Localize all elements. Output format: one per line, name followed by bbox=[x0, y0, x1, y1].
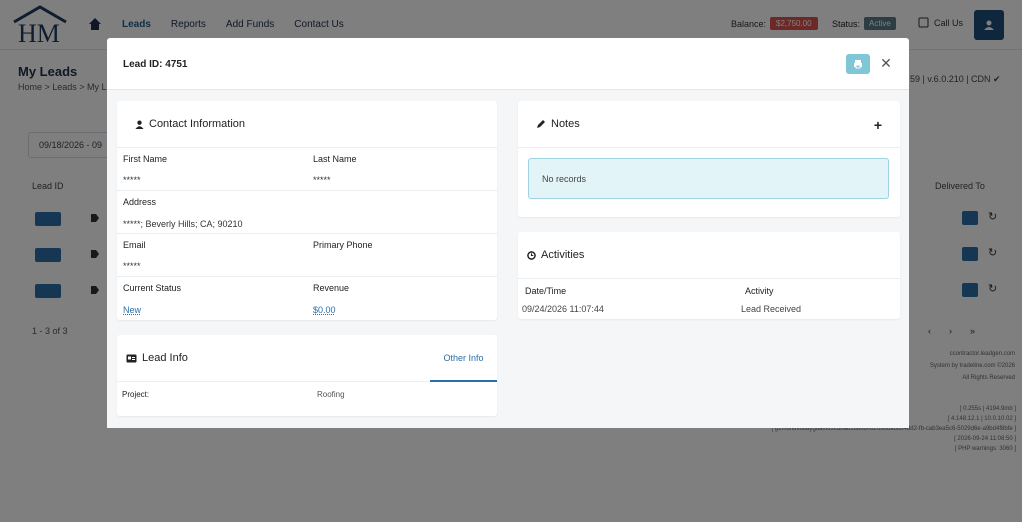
revenue-label: Revenue bbox=[313, 283, 350, 293]
first-name-value: ***** bbox=[123, 175, 141, 185]
lead-detail-modal: Lead ID: 4751 ✕ Contact Information Firs… bbox=[107, 38, 909, 428]
email-value: ***** bbox=[123, 261, 141, 271]
contact-info-title: Contact Information bbox=[149, 118, 245, 130]
modal-body: Contact Information First Name ***** Las… bbox=[107, 90, 909, 428]
activities-card: Activities Date/Time Activity 09/24/2026… bbox=[518, 232, 900, 319]
activity-name: Lead Received bbox=[741, 304, 802, 314]
primary-phone-label: Primary Phone bbox=[313, 240, 373, 250]
divider bbox=[117, 190, 497, 191]
last-name-value: ***** bbox=[313, 175, 331, 185]
project-label: Project: bbox=[122, 390, 150, 399]
current-status-link[interactable]: New bbox=[123, 305, 141, 315]
last-name-label: Last Name bbox=[313, 154, 357, 164]
activity-datetime: 09/24/2026 11:07:44 bbox=[522, 304, 604, 314]
close-icon: ✕ bbox=[880, 55, 892, 71]
id-card-icon bbox=[126, 354, 137, 363]
modal-header: Lead ID: 4751 ✕ bbox=[107, 38, 909, 90]
notes-empty-alert: No records bbox=[528, 158, 889, 199]
contact-info-card: Contact Information First Name ***** Las… bbox=[117, 101, 497, 320]
clock-icon bbox=[527, 250, 536, 260]
add-note-button[interactable]: + bbox=[874, 117, 882, 133]
print-button[interactable] bbox=[846, 54, 870, 74]
divider bbox=[117, 276, 497, 277]
address-value: *****; Beverly Hills; CA; 90210 bbox=[123, 219, 243, 229]
user-icon bbox=[135, 120, 144, 129]
revenue-link[interactable]: $0.00 bbox=[313, 305, 336, 315]
notes-card: Notes + No records bbox=[518, 101, 900, 217]
column-datetime: Date/Time bbox=[525, 286, 567, 296]
divider bbox=[117, 233, 497, 234]
activities-title: Activities bbox=[541, 249, 585, 261]
print-icon bbox=[854, 60, 862, 69]
email-label: Email bbox=[123, 240, 146, 250]
first-name-label: First Name bbox=[123, 154, 168, 164]
column-activity: Activity bbox=[745, 286, 774, 296]
tab-other-info[interactable]: Other Info bbox=[430, 335, 497, 382]
activities-header: Activities bbox=[518, 232, 900, 279]
modal-title: Lead ID: 4751 bbox=[123, 59, 188, 70]
notes-header: Notes bbox=[518, 101, 900, 148]
lead-info-card: Lead Info Other Info Project: Roofing bbox=[117, 335, 497, 416]
close-button[interactable]: ✕ bbox=[877, 52, 895, 74]
pencil-icon bbox=[536, 119, 546, 129]
notes-title: Notes bbox=[551, 118, 580, 130]
contact-info-header: Contact Information bbox=[117, 101, 497, 148]
address-label: Address bbox=[123, 197, 157, 207]
lead-info-title: Lead Info bbox=[142, 352, 188, 364]
project-value: Roofing bbox=[317, 390, 345, 399]
current-status-label: Current Status bbox=[123, 283, 182, 293]
